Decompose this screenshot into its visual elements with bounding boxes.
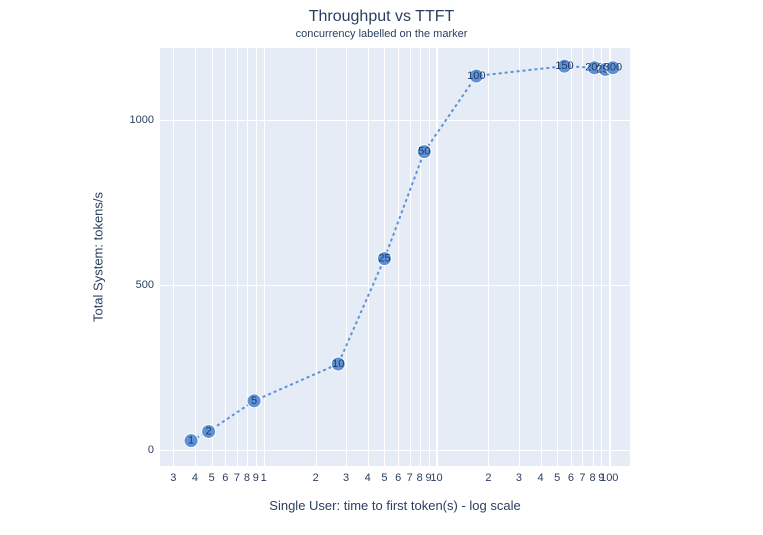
x-axis-label: Single User: time to first token(s) - lo… (160, 498, 630, 513)
y-tick-label: 1000 (130, 114, 154, 126)
chart-title: Throughput vs TTFT (0, 8, 763, 26)
x-tick-label: 7 (579, 472, 585, 484)
x-tick-label: 2 (313, 472, 319, 484)
series-line (191, 66, 613, 441)
data-marker-label: 25 (378, 253, 390, 265)
x-tick-label: 8 (589, 472, 595, 484)
x-tick-label: 7 (234, 472, 240, 484)
x-tick-label: 10 (430, 472, 442, 484)
data-marker-label: 100 (467, 70, 485, 82)
x-tick-label: 4 (365, 472, 371, 484)
x-tick-label: 3 (170, 472, 176, 484)
data-marker-label: 150 (555, 60, 573, 72)
chart-container: Throughput vs TTFT concurrency labelled … (0, 0, 763, 535)
x-tick-label: 8 (244, 472, 250, 484)
y-tick-label: 500 (136, 279, 154, 291)
data-marker-label: 300 (604, 62, 622, 74)
x-tick-label: 4 (192, 472, 198, 484)
x-tick-label: 5 (209, 472, 215, 484)
x-tick-label: 6 (395, 472, 401, 484)
x-tick-label: 5 (381, 472, 387, 484)
data-marker-label: 1 (188, 435, 194, 447)
data-marker-label: 2 (206, 425, 212, 437)
data-marker-label: 50 (418, 146, 430, 158)
x-tick-label: 1 (261, 472, 267, 484)
x-tick-label: 7 (407, 472, 413, 484)
y-axis-label: Total System: tokens/s (91, 192, 106, 322)
x-tick-label: 8 (417, 472, 423, 484)
x-tick-label: 4 (537, 472, 543, 484)
data-marker-label: 10 (332, 358, 344, 370)
x-tick-label: 100 (600, 472, 618, 484)
x-tick-label: 9 (253, 472, 259, 484)
x-tick-label: 5 (554, 472, 560, 484)
plot-svg: 125102550100150200250300 (160, 48, 630, 466)
x-tick-label: 3 (343, 472, 349, 484)
data-marker-label: 5 (251, 395, 257, 407)
x-tick-label: 6 (222, 472, 228, 484)
x-tick-label: 2 (485, 472, 491, 484)
y-tick-label: 0 (148, 444, 154, 456)
chart-subtitle: concurrency labelled on the marker (0, 28, 763, 40)
x-tick-label: 6 (568, 472, 574, 484)
x-tick-label: 3 (516, 472, 522, 484)
